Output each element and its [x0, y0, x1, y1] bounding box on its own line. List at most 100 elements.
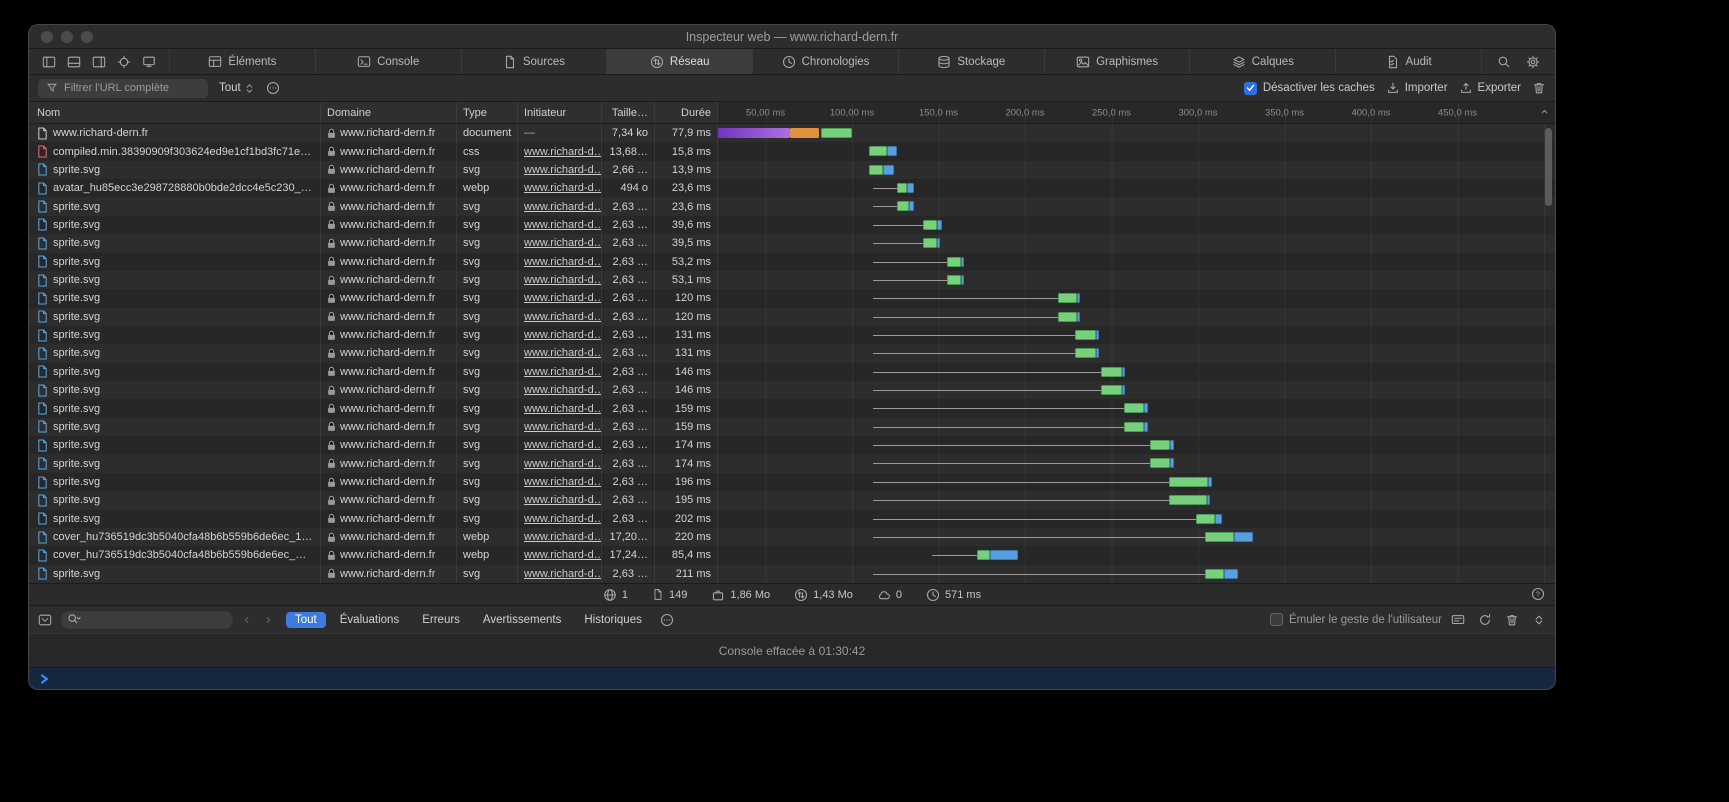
network-request-row[interactable]: sprite.svgwww.richard-dern.frsvgwww.rich… [29, 197, 1555, 215]
network-request-row[interactable]: sprite.svgwww.richard-dern.frsvgwww.rich… [29, 234, 1555, 252]
close-button[interactable] [41, 31, 53, 43]
console-tab-evaluations[interactable]: Évaluations [331, 612, 408, 628]
help-icon[interactable]: ? [1531, 587, 1545, 601]
initiator-link[interactable]: www.richard-d… [524, 476, 602, 488]
console-search-field[interactable] [61, 611, 233, 629]
network-request-row[interactable]: cover_hu736519dc3b5040cfa48b6b559b6de6ec… [29, 546, 1555, 564]
initiator-link[interactable]: www.richard-d… [524, 201, 602, 213]
tab-graphics[interactable]: Graphismes [1044, 49, 1190, 74]
minimize-button[interactable] [61, 31, 73, 43]
network-request-row[interactable]: www.richard-dern.frwww.richard-dern.frdo… [29, 124, 1555, 142]
initiator-link[interactable]: www.richard-d… [524, 146, 602, 158]
network-request-row[interactable]: sprite.svgwww.richard-dern.frsvgwww.rich… [29, 454, 1555, 472]
console-prompt[interactable] [29, 667, 1555, 689]
settings-gear-icon[interactable] [1526, 55, 1540, 69]
column-header-type[interactable]: Type [457, 102, 518, 123]
tab-audit[interactable]: Audit [1335, 49, 1481, 74]
initiator-link[interactable]: www.richard-d… [524, 439, 602, 451]
scroll-up-icon[interactable] [1539, 106, 1550, 117]
show-console-tab-icon[interactable] [1451, 613, 1465, 627]
dock-side-icon[interactable] [42, 55, 56, 69]
network-request-row[interactable]: sprite.svgwww.richard-dern.frsvgwww.rich… [29, 491, 1555, 509]
search-icon[interactable] [1497, 55, 1511, 69]
column-header-domaine[interactable]: Domaine [321, 102, 457, 123]
vertical-scrollbar-thumb[interactable] [1545, 128, 1552, 206]
tab-storage[interactable]: Stockage [898, 49, 1044, 74]
initiator-link[interactable]: www.richard-d… [524, 384, 602, 396]
tab-layers[interactable]: Calques [1189, 49, 1335, 74]
initiator-link[interactable]: www.richard-d… [524, 366, 602, 378]
initiator-link[interactable]: www.richard-d… [524, 274, 602, 286]
console-tab-avertissements[interactable]: Avertissements [474, 612, 570, 628]
network-request-row[interactable]: sprite.svgwww.richard-dern.frsvgwww.rich… [29, 161, 1555, 179]
console-mode-icon[interactable] [38, 613, 52, 627]
tab-network[interactable]: Réseau [606, 49, 752, 74]
clear-network-icon[interactable] [1532, 81, 1546, 95]
console-tab-tout[interactable]: Tout [286, 612, 326, 628]
network-options-icon[interactable] [266, 81, 280, 95]
undock-icon[interactable] [92, 55, 106, 69]
network-request-row[interactable]: sprite.svgwww.richard-dern.frsvgwww.rich… [29, 253, 1555, 271]
initiator-link[interactable]: www.richard-d… [524, 347, 602, 359]
disable-caches-checkbox[interactable]: Désactiver les caches [1244, 82, 1375, 95]
initiator-link[interactable]: www.richard-d… [524, 256, 602, 268]
initiator-link[interactable]: www.richard-d… [524, 531, 602, 543]
network-request-row[interactable]: sprite.svgwww.richard-dern.frsvgwww.rich… [29, 473, 1555, 491]
column-header-nom[interactable]: Nom [29, 102, 321, 123]
emulate-user-gesture-checkbox[interactable]: Émuler le geste de l'utilisateur [1270, 613, 1442, 626]
network-request-row[interactable]: compiled.min.38390909f303624ed9e1cf1bd3f… [29, 142, 1555, 160]
network-request-row[interactable]: sprite.svgwww.richard-dern.frsvgwww.rich… [29, 510, 1555, 528]
initiator-link[interactable]: www.richard-d… [524, 513, 602, 525]
url-filter-field[interactable]: Filtrer l'URL complète [38, 79, 208, 98]
tab-console[interactable]: Console [315, 49, 461, 74]
column-header-taille[interactable]: Taille… [602, 102, 655, 123]
tab-elements[interactable]: Éléments [169, 49, 315, 74]
network-request-row[interactable]: sprite.svgwww.richard-dern.frsvgwww.rich… [29, 344, 1555, 362]
initiator-link[interactable]: www.richard-d… [524, 421, 602, 433]
initiator-link[interactable]: www.richard-d… [524, 182, 602, 194]
network-request-row[interactable]: sprite.svgwww.richard-dern.frsvgwww.rich… [29, 418, 1555, 436]
column-header-initiateur[interactable]: Initiateur [518, 102, 602, 123]
resource-type-select[interactable]: Tout [219, 82, 255, 95]
column-header-duree[interactable]: Durée [655, 102, 718, 123]
initiator-link[interactable]: www.richard-d… [524, 164, 602, 176]
network-request-row[interactable]: sprite.svgwww.richard-dern.frsvgwww.rich… [29, 289, 1555, 307]
network-request-row[interactable]: sprite.svgwww.richard-dern.frsvgwww.rich… [29, 308, 1555, 326]
initiator-link[interactable]: www.richard-d… [524, 237, 602, 249]
resize-console-icon[interactable] [1532, 613, 1546, 627]
network-request-row[interactable]: sprite.svgwww.richard-dern.frsvgwww.rich… [29, 381, 1555, 399]
dock-bottom-icon[interactable] [67, 55, 81, 69]
network-request-row[interactable]: sprite.svgwww.richard-dern.frsvgwww.rich… [29, 363, 1555, 381]
console-tab-historiques[interactable]: Historiques [575, 612, 651, 628]
console-options-icon[interactable] [660, 613, 674, 627]
element-picker-icon[interactable] [117, 55, 131, 69]
zoom-button[interactable] [81, 31, 93, 43]
tab-sources[interactable]: Sources [461, 49, 607, 74]
preserve-log-icon[interactable] [1478, 613, 1492, 627]
network-request-row[interactable]: sprite.svgwww.richard-dern.frsvgwww.rich… [29, 565, 1555, 583]
export-button[interactable]: Exporter [1459, 81, 1521, 95]
import-button[interactable]: Importer [1386, 81, 1448, 95]
responsive-mode-icon[interactable] [142, 55, 156, 69]
clear-console-icon[interactable] [1505, 613, 1519, 627]
initiator-link[interactable]: www.richard-d… [524, 219, 602, 231]
network-request-row[interactable]: cover_hu736519dc3b5040cfa48b6b559b6de6ec… [29, 528, 1555, 546]
previous-result-icon[interactable] [242, 614, 252, 626]
console-tab-erreurs[interactable]: Erreurs [413, 612, 469, 628]
initiator-link[interactable]: www.richard-d… [524, 403, 602, 415]
tab-timelines[interactable]: Chronologies [752, 49, 898, 74]
initiator-link[interactable]: www.richard-d… [524, 458, 602, 470]
network-request-row[interactable]: avatar_hu85ecc3e298728880b0bde2dcc4e5c23… [29, 179, 1555, 197]
initiator-link[interactable]: www.richard-d… [524, 311, 602, 323]
network-request-row[interactable]: sprite.svgwww.richard-dern.frsvgwww.rich… [29, 216, 1555, 234]
network-request-row[interactable]: sprite.svgwww.richard-dern.frsvgwww.rich… [29, 271, 1555, 289]
network-request-row[interactable]: sprite.svgwww.richard-dern.frsvgwww.rich… [29, 326, 1555, 344]
initiator-link[interactable]: www.richard-d… [524, 568, 602, 580]
network-request-row[interactable]: sprite.svgwww.richard-dern.frsvgwww.rich… [29, 399, 1555, 417]
next-result-icon[interactable] [263, 614, 273, 626]
initiator-link[interactable]: www.richard-d… [524, 494, 602, 506]
initiator-link[interactable]: www.richard-d… [524, 329, 602, 341]
initiator-link[interactable]: www.richard-d… [524, 549, 602, 561]
network-request-row[interactable]: sprite.svgwww.richard-dern.frsvgwww.rich… [29, 436, 1555, 454]
initiator-link[interactable]: www.richard-d… [524, 292, 602, 304]
